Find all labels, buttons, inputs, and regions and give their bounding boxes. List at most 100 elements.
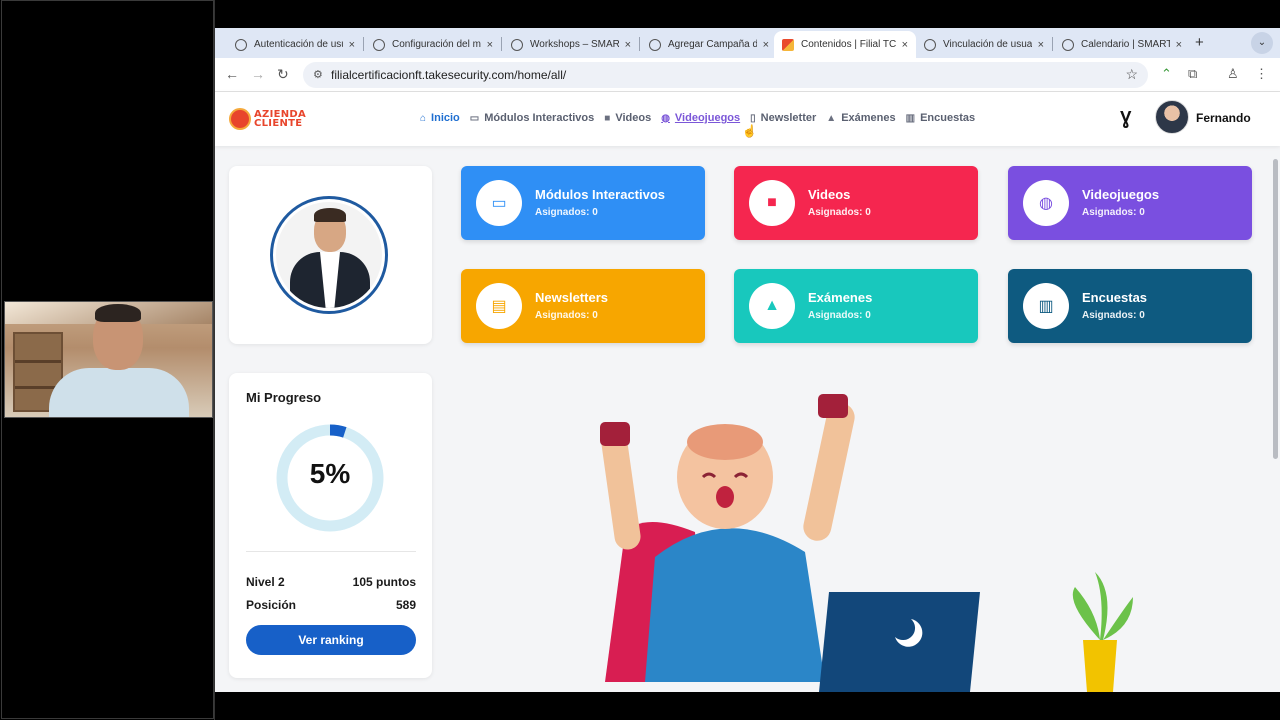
url-input[interactable]: ⚙ filialcertificacionft.takesecurity.com…: [303, 62, 1148, 88]
graduation-cap-icon: ▲: [826, 112, 837, 124]
category-assigned: Asignados: 0: [535, 207, 598, 218]
nav-item-label: Exámenes: [841, 112, 896, 124]
profile-card: [229, 166, 432, 344]
progress-divider: [246, 551, 416, 552]
logo-badge-icon: [229, 108, 251, 130]
category-card[interactable]: ▲ Exámenes Asignados: 0: [734, 269, 978, 343]
tab-close-icon[interactable]: ×: [1176, 39, 1182, 51]
browser-tab[interactable]: Workshops – SMAR ×: [503, 31, 639, 58]
tab-close-icon[interactable]: ×: [763, 39, 769, 51]
new-tab-button[interactable]: +: [1195, 34, 1204, 51]
illustration-mouth: [716, 486, 734, 508]
category-assigned: Asignados: 0: [1082, 310, 1145, 321]
page-content: AZIENDA CLIENTE ⌂ Inicio ▭ Módulos Interact…: [215, 92, 1280, 692]
bar-chart-icon: ▥: [905, 112, 916, 124]
video-call-panel: [0, 0, 215, 720]
medal-icon[interactable]: Ɣ: [1120, 108, 1131, 129]
webcam-person-body: [49, 368, 189, 417]
document-icon: ▤: [476, 283, 522, 329]
tab-title: Workshops – SMAR: [530, 39, 619, 50]
illustration-scalp: [687, 424, 763, 460]
home-icon: ⌂: [420, 112, 427, 124]
nav-item[interactable]: ■ Videos: [604, 112, 651, 124]
tab-title: Autenticación de usu: [254, 39, 343, 50]
tab-separator: [501, 37, 502, 51]
extension-icon[interactable]: ⌃: [1161, 66, 1172, 82]
url-text: filialcertificacionft.takesecurity.com/h…: [331, 68, 567, 82]
site-info-icon[interactable]: ⚙: [313, 68, 323, 81]
progress-card: Mi Progreso 5% Nivel 2 105 puntos Posici…: [229, 373, 432, 678]
tab-favicon-icon: [782, 38, 794, 51]
category-title: Exámenes: [808, 290, 873, 305]
tab-search-button[interactable]: ⌄: [1251, 32, 1273, 54]
browser-tab[interactable]: Vinculación de usua ×: [916, 31, 1052, 58]
video-camera-icon: ■: [749, 180, 795, 226]
category-card[interactable]: ▭ Módulos Interactivos Asignados: 0: [461, 166, 705, 240]
points-value: 105 puntos: [352, 575, 416, 589]
position-value: 589: [395, 598, 416, 612]
celebration-illustration: [600, 394, 1133, 692]
category-card[interactable]: ◍ Videojuegos Asignados: 0: [1008, 166, 1252, 240]
tab-favicon-icon: [511, 38, 523, 51]
scrollbar-thumb[interactable]: [1273, 159, 1278, 459]
forward-button[interactable]: →: [251, 66, 265, 82]
screen: + ⌄ Autenticación de usu × Configuración d…: [0, 0, 1280, 720]
nav-item[interactable]: ⌂ Inicio: [420, 112, 460, 124]
category-title: Videos: [808, 187, 851, 202]
tab-favicon-icon: [1062, 38, 1074, 51]
browser-tab[interactable]: Agregar Campaña d ×: [641, 31, 777, 58]
back-button[interactable]: ←: [225, 66, 239, 82]
nav-item-label: Encuestas: [920, 112, 976, 124]
level-row: Nivel 2 105 puntos: [246, 575, 416, 589]
laptop-icon: ▭: [469, 112, 480, 124]
ranking-button[interactable]: Ver ranking: [246, 625, 416, 655]
profile-photo: [270, 196, 388, 314]
nav-item[interactable]: ▯ Newsletter: [750, 112, 816, 124]
tab-title: Configuración del m: [392, 39, 481, 50]
main-nav: ⌂ Inicio ▭ Módulos Interactivos ■ Videos ◍ Vide…: [420, 112, 985, 124]
profile-photo-hair: [314, 208, 346, 222]
browser-tab[interactable]: Autenticación de usu ×: [227, 31, 363, 58]
nav-item[interactable]: ▭ Módulos Interactivos: [470, 112, 594, 124]
tab-title: Contenidos | Filial TC: [801, 39, 896, 50]
tab-close-icon[interactable]: ×: [625, 39, 631, 51]
browser-tab[interactable]: Calendario | SMART ×: [1054, 31, 1190, 58]
illustration-right-hand: [818, 394, 848, 418]
gamepad-icon: ◍: [1023, 180, 1069, 226]
browser-tab[interactable]: Configuración del m ×: [365, 31, 501, 58]
category-card[interactable]: ■ Videos Asignados: 0: [734, 166, 978, 240]
illustration-left-hand: [600, 422, 630, 446]
tab-favicon-icon: [649, 38, 661, 51]
nav-item[interactable]: ◍ Videojuegos: [661, 112, 740, 124]
address-bar: ← → ↻ ⚙ filialcertificacionft.takesecuri…: [215, 58, 1280, 92]
category-title: Newsletters: [535, 290, 608, 305]
illustration-body: [645, 528, 825, 682]
progress-ring: 5%: [274, 422, 386, 534]
user-name[interactable]: Fernando: [1196, 111, 1251, 125]
bookmark-star-icon[interactable]: ☆: [1125, 66, 1138, 83]
tab-close-icon[interactable]: ×: [1038, 39, 1044, 51]
position-label: Posición: [246, 598, 297, 612]
tab-favicon-icon: [235, 38, 247, 51]
extensions-puzzle-icon[interactable]: ⧉: [1188, 66, 1197, 82]
tab-title: Calendario | SMART: [1081, 39, 1170, 50]
progress-percent: 5%: [309, 458, 351, 489]
progress-title: Mi Progreso: [246, 390, 322, 405]
category-card[interactable]: ▥ Encuestas Asignados: 0: [1008, 269, 1252, 343]
category-card[interactable]: ▤ Newsletters Asignados: 0: [461, 269, 705, 343]
category-assigned: Asignados: 0: [808, 207, 871, 218]
user-avatar[interactable]: [1155, 100, 1189, 134]
tab-close-icon[interactable]: ×: [902, 39, 908, 51]
nav-item[interactable]: ▥ Encuestas: [906, 112, 975, 124]
reload-button[interactable]: ↻: [277, 66, 289, 83]
profile-icon[interactable]: ♙: [1227, 66, 1239, 82]
browser-tab[interactable]: Contenidos | Filial TC ×: [774, 31, 916, 58]
illustration-left-arm: [601, 430, 641, 550]
page-scrollbar[interactable]: [1273, 156, 1278, 692]
tab-close-icon[interactable]: ×: [349, 39, 355, 51]
browser-menu-icon[interactable]: ⋮: [1255, 66, 1268, 82]
tab-separator: [1052, 37, 1053, 51]
nav-item[interactable]: ▲ Exámenes: [826, 112, 895, 124]
tab-close-icon[interactable]: ×: [487, 39, 493, 51]
company-logo[interactable]: AZIENDA CLIENTE: [229, 108, 306, 130]
